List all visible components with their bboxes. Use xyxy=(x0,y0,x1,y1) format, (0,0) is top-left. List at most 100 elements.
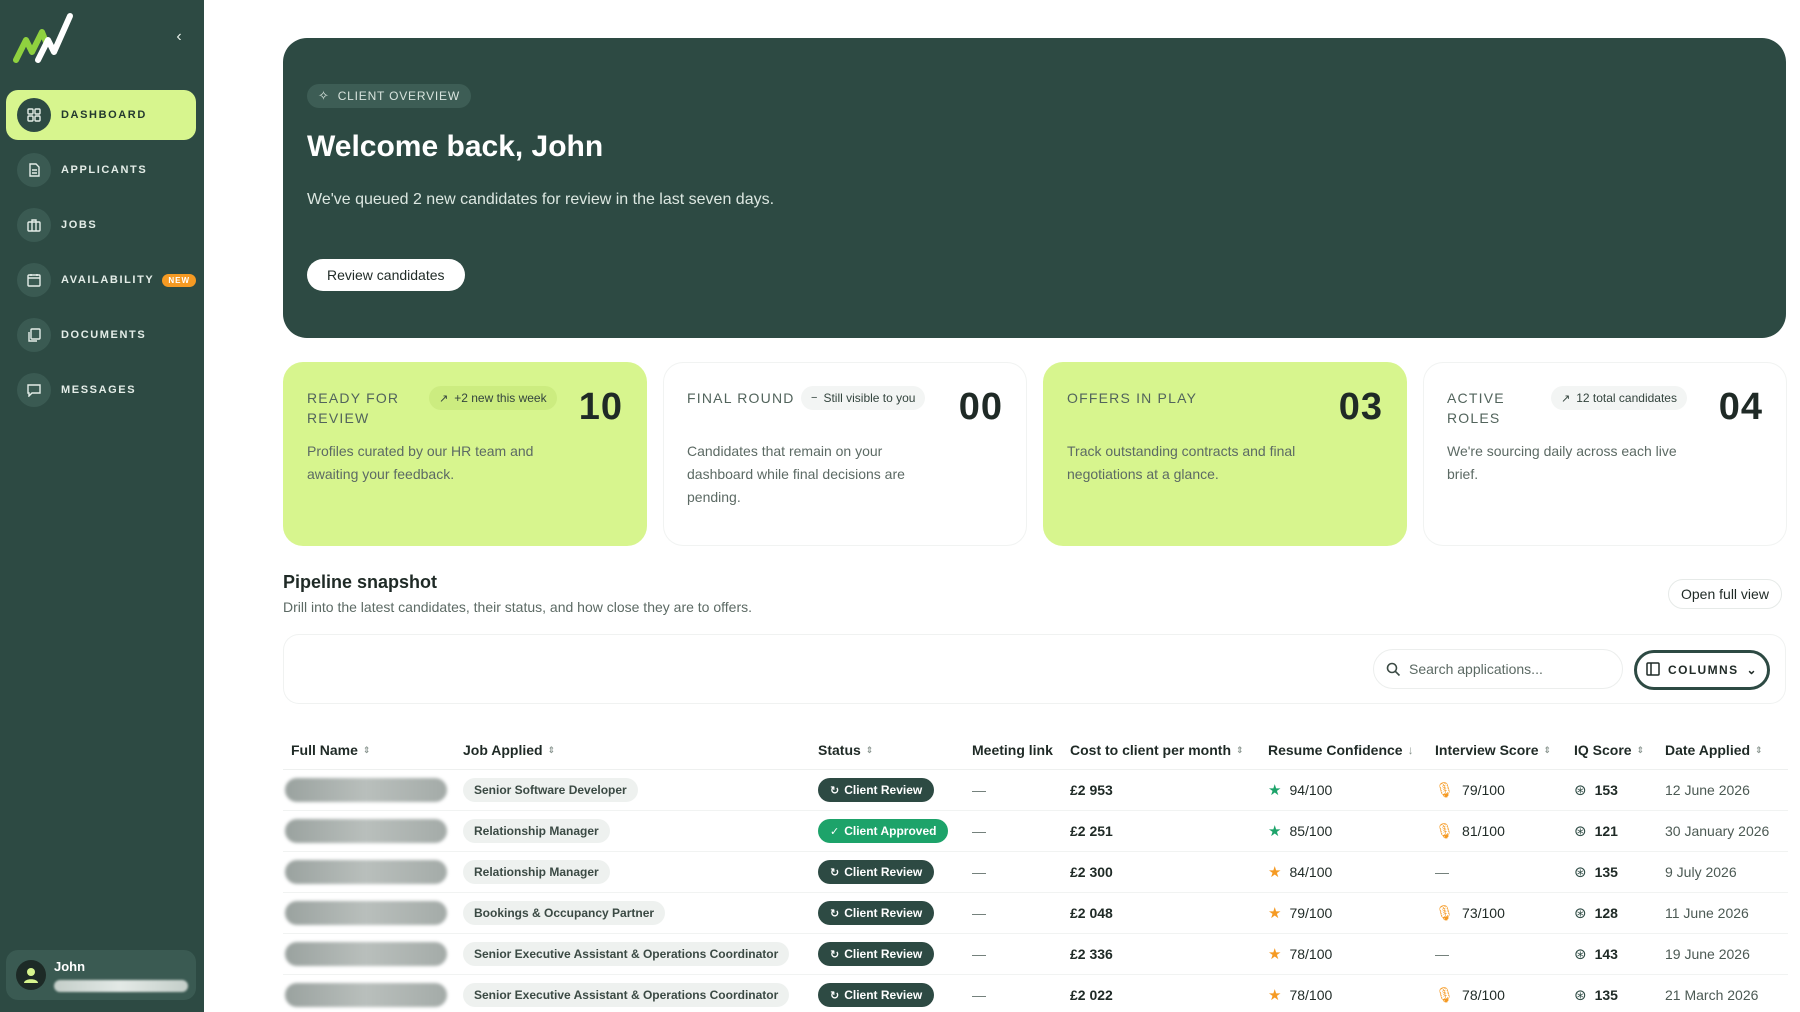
status-label: Client Approved xyxy=(844,824,937,838)
status-badge: ↻ Client Review xyxy=(818,942,935,966)
refresh-icon: ↻ xyxy=(830,784,840,797)
check-circle-icon: ✓ xyxy=(830,825,840,838)
brain-icon: ⊛ xyxy=(1574,823,1587,840)
sidebar-item-dashboard[interactable]: DASHBOARD xyxy=(6,90,196,140)
stat-card-ready-for-review[interactable]: READY FOR REVIEW ↗ +2 new this week 10 P… xyxy=(283,362,647,546)
avatar xyxy=(16,960,46,990)
hero-banner: ✧ CLIENT OVERVIEW Welcome back, John We'… xyxy=(283,38,1786,338)
message-icon xyxy=(17,373,51,407)
columns-button[interactable]: COLUMNS ⌄ xyxy=(1634,650,1770,690)
user-email-redacted xyxy=(54,979,188,992)
sidebar-item-documents[interactable]: DOCUMENTS xyxy=(6,310,196,360)
sparkle-icon: ✧ xyxy=(318,88,330,103)
user-icon xyxy=(24,968,38,983)
stat-value: 10 xyxy=(578,386,623,428)
table-row[interactable]: Senior Executive Assistant & Operations … xyxy=(283,975,1788,1012)
stat-card-offers-in-play[interactable]: OFFERS IN PLAY 03 Track outstanding cont… xyxy=(1043,362,1407,546)
stat-label: OFFERS IN PLAY xyxy=(1067,390,1198,406)
resume-score: 79/100 xyxy=(1289,905,1333,921)
sort-icon: ⇕ xyxy=(1755,744,1763,755)
trending-up-icon: ↗ xyxy=(439,392,449,405)
briefcase-icon xyxy=(17,208,51,242)
status-badge: ✓ Client Approved xyxy=(818,819,949,843)
search-box[interactable] xyxy=(1373,649,1623,689)
header-meeting-link: Meeting link xyxy=(972,741,1053,758)
review-candidates-button[interactable]: Review candidates xyxy=(307,259,465,291)
header-status[interactable]: Status ⇕ xyxy=(818,742,972,758)
stat-tag-label: Still visible to you xyxy=(823,391,916,405)
grid-icon xyxy=(17,98,51,132)
stat-card-active-roles[interactable]: ACTIVE ROLES ↗ 12 total candidates 04 We… xyxy=(1423,362,1787,546)
full-name-redacted xyxy=(285,819,447,843)
brain-icon: ⊛ xyxy=(1574,987,1587,1004)
job-pill: Senior Executive Assistant & Operations … xyxy=(463,983,790,1007)
brain-icon: ⊛ xyxy=(1574,782,1587,799)
sort-icon: ⇕ xyxy=(362,744,371,755)
job-pill: Relationship Manager xyxy=(463,819,610,843)
header-iq-score[interactable]: IQ Score ⇕ xyxy=(1574,742,1665,758)
full-name-redacted xyxy=(285,942,447,966)
user-profile-card[interactable]: John xyxy=(6,950,196,1000)
job-pill: Senior Software Developer xyxy=(463,778,638,802)
chevron-left-icon: ‹ xyxy=(176,28,182,45)
status-label: Client Review xyxy=(844,947,923,961)
sidebar-item-availability[interactable]: AVAILABILITY NEW xyxy=(6,255,197,305)
brand-logo[interactable] xyxy=(12,10,86,66)
sort-icon: ⇕ xyxy=(1636,744,1645,755)
search-input[interactable] xyxy=(1409,661,1609,677)
star-icon: ★ xyxy=(1268,782,1282,799)
collapse-sidebar-button[interactable]: ‹ xyxy=(168,26,190,48)
stat-description: Track outstanding contracts and final ne… xyxy=(1067,443,1296,482)
sort-icon: ⇕ xyxy=(1543,744,1552,755)
table-row[interactable]: Senior Executive Assistant & Operations … xyxy=(283,934,1788,975)
header-full-name[interactable]: Full Name ⇕ xyxy=(283,742,463,758)
cost-value: £2 300 xyxy=(1070,864,1113,880)
meeting-link: — xyxy=(972,823,986,839)
stat-label: READY FOR REVIEW xyxy=(307,390,400,426)
iq-score: 121 xyxy=(1594,823,1618,839)
stat-tag: − Still visible to you xyxy=(801,386,926,410)
file-icon xyxy=(17,153,51,187)
sidebar-item-messages[interactable]: MESSAGES xyxy=(6,365,196,415)
calendar-icon xyxy=(17,263,51,297)
star-icon: ★ xyxy=(1268,823,1282,840)
full-name-redacted xyxy=(285,983,447,1007)
table-header: Full Name ⇕ Job Applied ⇕ Status ⇕ Meeting … xyxy=(283,730,1788,770)
table-row[interactable]: Relationship Manager ✓ Client Approved — £2 … xyxy=(283,811,1788,852)
sidebar-item-label: APPLICANTS xyxy=(61,164,148,176)
star-icon: ★ xyxy=(1268,987,1282,1004)
header-job-applied[interactable]: Job Applied ⇕ xyxy=(463,742,818,758)
stat-tag-label: +2 new this week xyxy=(454,391,547,405)
resume-score: 78/100 xyxy=(1289,987,1333,1003)
sidebar-item-applicants[interactable]: APPLICANTS xyxy=(6,145,196,195)
table-row[interactable]: Relationship Manager ↻ Client Review — £2 30… xyxy=(283,852,1788,893)
microphone-icon: 🎙 xyxy=(1435,823,1455,840)
open-full-view-button[interactable]: Open full view xyxy=(1668,579,1782,609)
cost-value: £2 251 xyxy=(1070,823,1113,839)
sidebar-item-label: DOCUMENTS xyxy=(61,329,147,341)
header-cost[interactable]: Cost to client per month ⇕ xyxy=(1070,742,1268,758)
sidebar-item-label: AVAILABILITY xyxy=(61,274,155,286)
refresh-icon: ↻ xyxy=(830,866,840,879)
page-title: Welcome back, John xyxy=(307,130,604,163)
sidebar-item-jobs[interactable]: JOBS xyxy=(6,200,196,250)
user-name: John xyxy=(54,958,86,974)
hero-subtitle: We've queued 2 new candidates for review… xyxy=(307,191,775,208)
status-label: Client Review xyxy=(844,865,923,879)
sidebar-item-label: DASHBOARD xyxy=(61,109,147,121)
stat-tag-label: 12 total candidates xyxy=(1576,391,1677,405)
stat-card-final-round[interactable]: FINAL ROUND − Still visible to you 00 Ca… xyxy=(663,362,1027,546)
header-interview-score[interactable]: Interview Score ⇕ xyxy=(1435,742,1574,758)
table-row[interactable]: Bookings & Occupancy Partner ↻ Client Revi… xyxy=(283,893,1788,934)
meeting-link: — xyxy=(972,782,986,798)
interview-score: 73/100 xyxy=(1462,905,1505,921)
table-row[interactable]: Senior Software Developer ↻ Client Review —… xyxy=(283,770,1788,811)
stat-tag: ↗ 12 total candidates xyxy=(1551,386,1687,410)
status-label: Client Review xyxy=(844,988,923,1002)
header-resume-confidence[interactable]: Resume Confidence ↓ xyxy=(1268,742,1435,758)
chip-label: CLIENT OVERVIEW xyxy=(337,89,460,103)
header-date-applied[interactable]: Date Applied ⇕ xyxy=(1665,742,1788,758)
cost-value: £2 953 xyxy=(1070,782,1113,798)
date-applied: 30 January 2026 xyxy=(1665,823,1770,839)
resume-score: 84/100 xyxy=(1289,864,1333,880)
